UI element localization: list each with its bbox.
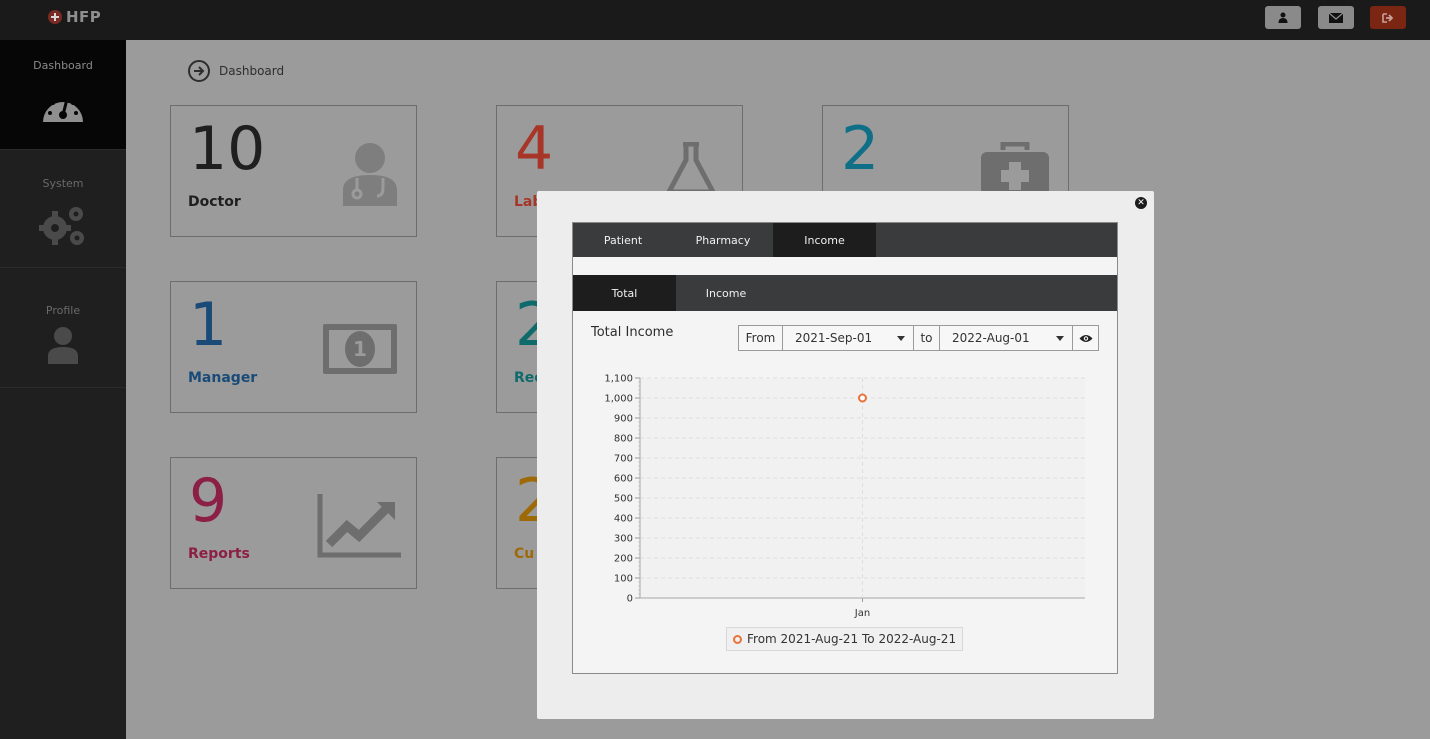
to-label: to [914,326,940,350]
profile-button[interactable] [1265,6,1301,29]
sidebar: Dashboard System Profile [0,40,126,739]
y-tick-label: 0 [627,594,633,605]
dashboard-gauge-icon [43,96,83,122]
sidebar-item-label: System [42,177,84,190]
statistics-panel: Patient Pharmacy Income Total Income Tot… [572,222,1118,674]
tab-pharmacy[interactable]: Pharmacy [673,223,773,257]
subtab-total[interactable]: Total [573,275,676,311]
to-date-value: 2022-Aug-01 [952,331,1030,345]
y-tick-label: 500 [614,494,633,505]
plot-area [640,378,1085,598]
stat-label: Manager [188,370,258,386]
income-chart: 0 100 200 300 400 500 600 700 800 900 1,000 1,100 Ja… [604,374,1085,619]
messages-button[interactable] [1318,6,1354,29]
sign-out-icon [1382,12,1394,23]
y-tick-label: 900 [614,414,633,425]
y-tick-label: 100 [614,574,633,585]
envelope-icon [1329,12,1343,23]
subtab-income[interactable]: Income [676,275,776,311]
y-tick-label: 1,000 [604,394,633,405]
stat-number: 4 [515,114,554,184]
y-tick-label: 700 [614,454,633,465]
user-icon [48,327,78,364]
doctor-icon [343,143,397,206]
x-tick-label: Jan [854,608,870,619]
stat-label: Doctor [188,194,241,210]
sidebar-item-system[interactable]: System [0,150,126,268]
view-button[interactable] [1073,326,1098,350]
chart-legend[interactable]: From 2021-Aug-21 To 2022-Aug-21 [726,627,964,651]
to-date-select[interactable]: 2022-Aug-01 [940,326,1073,350]
stat-card-doctor[interactable]: 10 Doctor [170,105,417,237]
from-date-select[interactable]: 2021-Sep-01 [783,326,914,350]
stat-number: 2 [841,114,880,184]
y-tick-label: 400 [614,514,633,525]
medical-cross-icon [48,10,62,24]
from-label: From [739,326,783,350]
chevron-down-icon [1056,335,1064,341]
close-icon[interactable]: ✕ [1135,197,1147,209]
stat-number: 1 [189,290,228,360]
legend-label: From 2021-Aug-21 To 2022-Aug-21 [747,632,957,646]
app-logo-text: HFP [66,8,102,26]
stat-card-reports[interactable]: 9 Reports [170,457,417,589]
arrow-circle-right-icon [188,60,210,82]
statistics-modal: ✕ Patient Pharmacy Income Total Income T… [537,191,1154,719]
breadcrumb: Dashboard [188,60,284,82]
stat-label: Reports [188,546,250,562]
gears-icon [39,207,84,245]
sidebar-item-profile[interactable]: Profile [0,268,126,388]
chevron-down-icon [897,335,905,341]
sidebar-item-dashboard[interactable]: Dashboard [0,40,126,150]
y-tick-label: 300 [614,534,633,545]
legend-marker [733,634,742,644]
tab-income[interactable]: Income [773,223,876,257]
line-chart-icon [317,494,401,558]
data-point [858,393,867,403]
from-date-value: 2021-Sep-01 [795,331,873,345]
eye-icon [1079,334,1092,342]
main-tabs: Patient Pharmacy Income [573,223,1117,257]
breadcrumb-label[interactable]: Dashboard [219,64,284,78]
y-tick-label: 600 [614,474,633,485]
stat-number: 10 [189,114,266,184]
logout-button[interactable] [1370,6,1406,29]
money-bill-icon: 1 [323,324,397,374]
stat-number: 9 [189,466,228,536]
stat-card-manager[interactable]: 1 Manager 1 [170,281,417,413]
sub-tabs: Total Income [573,275,1117,311]
user-icon [1278,12,1288,23]
first-aid-kit-icon [981,142,1049,198]
app-logo[interactable]: HFP [48,8,101,26]
chart-title: Total Income [591,325,674,340]
svg-text:1: 1 [353,337,367,361]
flask-icon [665,142,717,194]
y-tick-label: 1,100 [604,374,633,385]
y-tick-label: 200 [614,554,633,565]
top-bar: HFP [0,0,1430,40]
stat-label: Cu [514,546,535,562]
sidebar-item-label: Profile [45,304,81,317]
sidebar-item-label: Dashboard [33,59,93,72]
y-tick-label: 800 [614,434,633,445]
tab-patient[interactable]: Patient [573,223,673,257]
date-range-filter: From 2021-Sep-01 to 2022-Aug-01 [738,325,1099,351]
